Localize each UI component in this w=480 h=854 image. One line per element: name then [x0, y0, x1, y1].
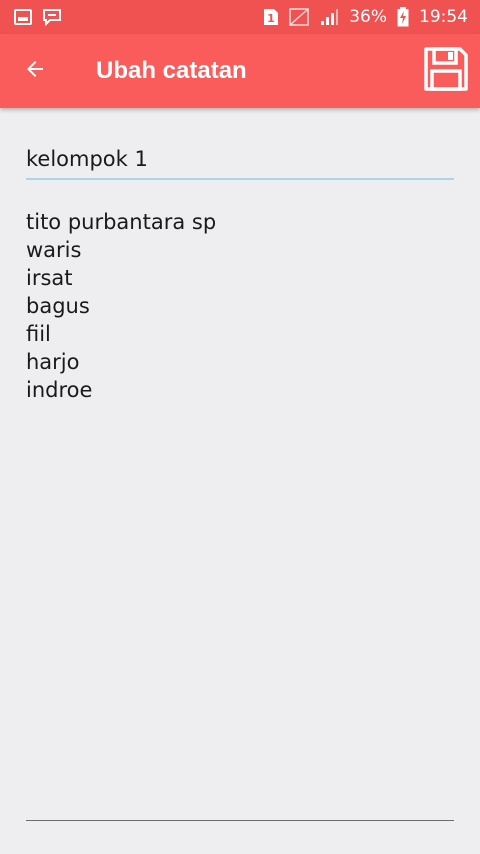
image-notification-icon	[14, 9, 32, 25]
body-underline	[26, 820, 454, 821]
status-bar-right: 1 36% 19:54	[263, 7, 468, 27]
note-line: harjo	[26, 350, 80, 374]
note-line: fiil	[26, 322, 51, 346]
back-button[interactable]	[20, 56, 50, 86]
sim-card-icon: 1	[263, 8, 279, 26]
message-notification-icon	[42, 8, 62, 26]
app-toolbar: Ubah catatan	[0, 34, 480, 108]
note-body-textarea[interactable]: tito purbantara sp waris irsat bagus fii…	[26, 208, 454, 404]
note-line: bagus	[26, 294, 90, 318]
signal-strength-icon	[319, 8, 339, 26]
status-time: 19:54	[419, 7, 468, 27]
status-bar-left	[14, 8, 62, 26]
note-line: irsat	[26, 266, 73, 290]
note-editor: tito purbantara sp waris irsat bagus fii…	[26, 140, 454, 404]
no-signal-icon	[289, 8, 309, 26]
floppy-disk-icon	[424, 47, 468, 95]
save-button[interactable]	[422, 47, 470, 95]
status-bar: 1 36% 19:54	[0, 0, 480, 34]
sim-badge: 1	[267, 12, 275, 25]
note-line: indroe	[26, 378, 93, 402]
note-line: waris	[26, 238, 82, 262]
battery-percent: 36%	[349, 7, 387, 27]
page-title: Ubah catatan	[96, 57, 247, 84]
note-title-input[interactable]	[26, 140, 454, 180]
arrow-left-icon	[23, 57, 47, 85]
note-line: tito purbantara sp	[26, 210, 217, 234]
battery-charging-icon	[397, 7, 409, 27]
